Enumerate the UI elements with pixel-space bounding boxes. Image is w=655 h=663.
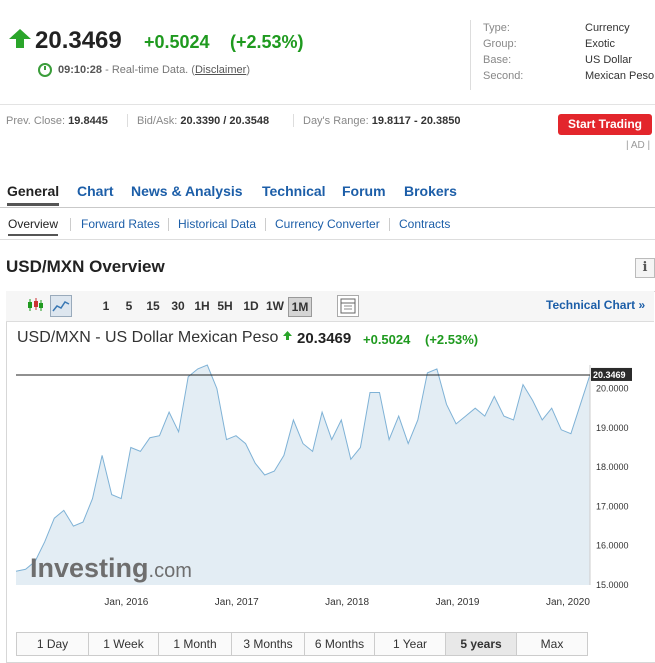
range-1-month[interactable]: 1 Month — [159, 633, 232, 655]
range-1-year[interactable]: 1 Year — [375, 633, 446, 655]
divider — [293, 114, 294, 127]
main-tabs: General Chart News & Analysis Technical … — [0, 183, 655, 208]
interval-1m[interactable]: 1M — [288, 297, 312, 317]
x-tick-label: Jan, 2017 — [215, 597, 259, 608]
ad-label: | AD | — [626, 140, 651, 151]
info-value: Exotic — [585, 38, 615, 50]
realtime-label: - Real-time Data. ( — [102, 64, 195, 76]
up-arrow-icon — [9, 29, 31, 48]
area-chart-icon[interactable] — [50, 295, 72, 317]
bid-ask-value: 20.3390 / 20.3548 — [180, 115, 270, 127]
technical-chart-link[interactable]: Technical Chart » — [546, 298, 645, 312]
instrument-info: Type: Currency Group: Exotic Base: US Dolla… — [470, 20, 655, 90]
y-tick-label: 16.0000 — [596, 541, 629, 551]
range-6-months[interactable]: 6 Months — [305, 633, 375, 655]
info-row-type: Type: Currency — [483, 22, 655, 38]
interval-30[interactable]: 30 — [168, 297, 188, 315]
clock-icon — [38, 63, 52, 77]
tab-chart[interactable]: Chart — [77, 183, 114, 203]
quote-stats-bar: Prev. Close: 19.8445 Bid/Ask: 20.3390 / … — [0, 104, 655, 131]
sub-tabs: Overview Forward Rates Historical Data C… — [0, 217, 655, 240]
last-price: 20.3469 — [35, 27, 122, 54]
info-icon[interactable]: i — [635, 258, 655, 278]
interval-1d[interactable]: 1D — [241, 297, 261, 315]
divider — [70, 218, 71, 231]
tab-brokers[interactable]: Brokers — [404, 183, 457, 203]
start-trading-button[interactable]: Start Trading — [558, 114, 652, 135]
info-value: Currency — [585, 22, 630, 34]
info-key: Group: — [483, 38, 517, 50]
subtab-overview[interactable]: Overview — [8, 217, 59, 236]
range-5-years[interactable]: 5 years — [446, 633, 517, 655]
y-tick-label: 15.0000 — [596, 580, 629, 590]
bid-ask-label: Bid/Ask: — [137, 115, 178, 127]
divider — [265, 218, 266, 231]
interval-5h[interactable]: 5H — [215, 297, 235, 315]
chart-change: +0.5024 — [363, 332, 411, 347]
subtab-historical-data[interactable]: Historical Data — [178, 217, 256, 231]
interval-1w[interactable]: 1W — [264, 297, 286, 315]
subtab-forward-rates[interactable]: Forward Rates — [81, 217, 160, 231]
subtab-contracts[interactable]: Contracts — [399, 217, 450, 231]
range-3-months[interactable]: 3 Months — [232, 633, 305, 655]
prev-close-value: 19.8445 — [68, 115, 108, 127]
days-range-label: Day's Range: — [303, 115, 369, 127]
tab-general[interactable]: General — [7, 183, 60, 206]
interval-15[interactable]: 15 — [143, 297, 163, 315]
info-key: Second: — [483, 70, 524, 82]
x-tick-label: Jan, 2016 — [104, 597, 148, 608]
range-1-week[interactable]: 1 Week — [89, 633, 159, 655]
info-key: Type: — [483, 22, 510, 34]
bid-ask: Bid/Ask: 20.3390 / 20.3548 — [137, 115, 269, 127]
divider — [168, 218, 169, 231]
subtab-currency-converter[interactable]: Currency Converter — [275, 217, 380, 231]
days-range-value: 19.8117 - 20.3850 — [371, 115, 461, 127]
y-tick-label: 17.0000 — [596, 501, 629, 511]
info-key: Base: — [483, 54, 512, 66]
table-icon[interactable] — [337, 295, 359, 317]
tab-news-analysis[interactable]: News & Analysis — [131, 183, 243, 203]
interval-1[interactable]: 1 — [99, 297, 113, 315]
disclaimer-link[interactable]: Disclaimer — [195, 64, 246, 76]
y-tick-label: 20.0000 — [596, 384, 629, 394]
y-tick-label: 19.0000 — [596, 423, 629, 433]
section-title: USD/MXN Overview — [6, 257, 165, 276]
realtime-note: 09:10:28 - Real-time Data. (Disclaimer) — [58, 64, 250, 76]
range-max[interactable]: Max — [517, 633, 587, 655]
info-row-base: Base: US Dollar — [483, 54, 655, 70]
price-change-percent: (+2.53%) — [230, 32, 304, 52]
x-tick-label: Jan, 2019 — [436, 597, 480, 608]
close-paren: ) — [246, 64, 250, 76]
interval-1h[interactable]: 1H — [192, 297, 212, 315]
prev-close: Prev. Close: 19.8445 — [6, 115, 108, 127]
days-range: Day's Range: 19.8117 - 20.3850 — [303, 115, 460, 127]
current-price-label: 20.3469 — [593, 370, 626, 380]
tab-technical[interactable]: Technical — [262, 183, 326, 203]
info-value: Mexican Peso — [585, 70, 655, 82]
x-tick-label: Jan, 2018 — [325, 597, 369, 608]
chart-price: 20.3469 — [297, 330, 352, 347]
info-row-second: Second: Mexican Peso — [483, 70, 655, 86]
prev-close-label: Prev. Close: — [6, 115, 66, 127]
series-area — [16, 365, 590, 585]
info-row-group: Group: Exotic — [483, 38, 655, 54]
info-value: US Dollar — [585, 54, 633, 66]
chart-change-percent: (+2.53%) — [425, 332, 479, 347]
chart-title: USD/MXN - US Dollar Mexican Peso — [17, 329, 279, 346]
time-range-selector: 1 Day 1 Week 1 Month 3 Months 6 Months 1… — [16, 632, 588, 656]
range-1-day[interactable]: 1 Day — [17, 633, 89, 655]
candlestick-icon[interactable] — [25, 295, 45, 315]
interval-5[interactable]: 5 — [122, 297, 136, 315]
price-change: +0.5024 — [144, 32, 210, 52]
price-chart[interactable]: 15.0000 16.0000 17.0000 18.0000 19.0000 20.00… — [0, 355, 655, 615]
tab-forum[interactable]: Forum — [342, 183, 386, 203]
up-arrow-icon — [283, 331, 292, 340]
divider — [389, 218, 390, 231]
y-tick-label: 18.0000 — [596, 462, 629, 472]
divider — [127, 114, 128, 127]
x-tick-label: Jan, 2020 — [546, 597, 590, 608]
quote-time: 09:10:28 — [58, 64, 103, 76]
